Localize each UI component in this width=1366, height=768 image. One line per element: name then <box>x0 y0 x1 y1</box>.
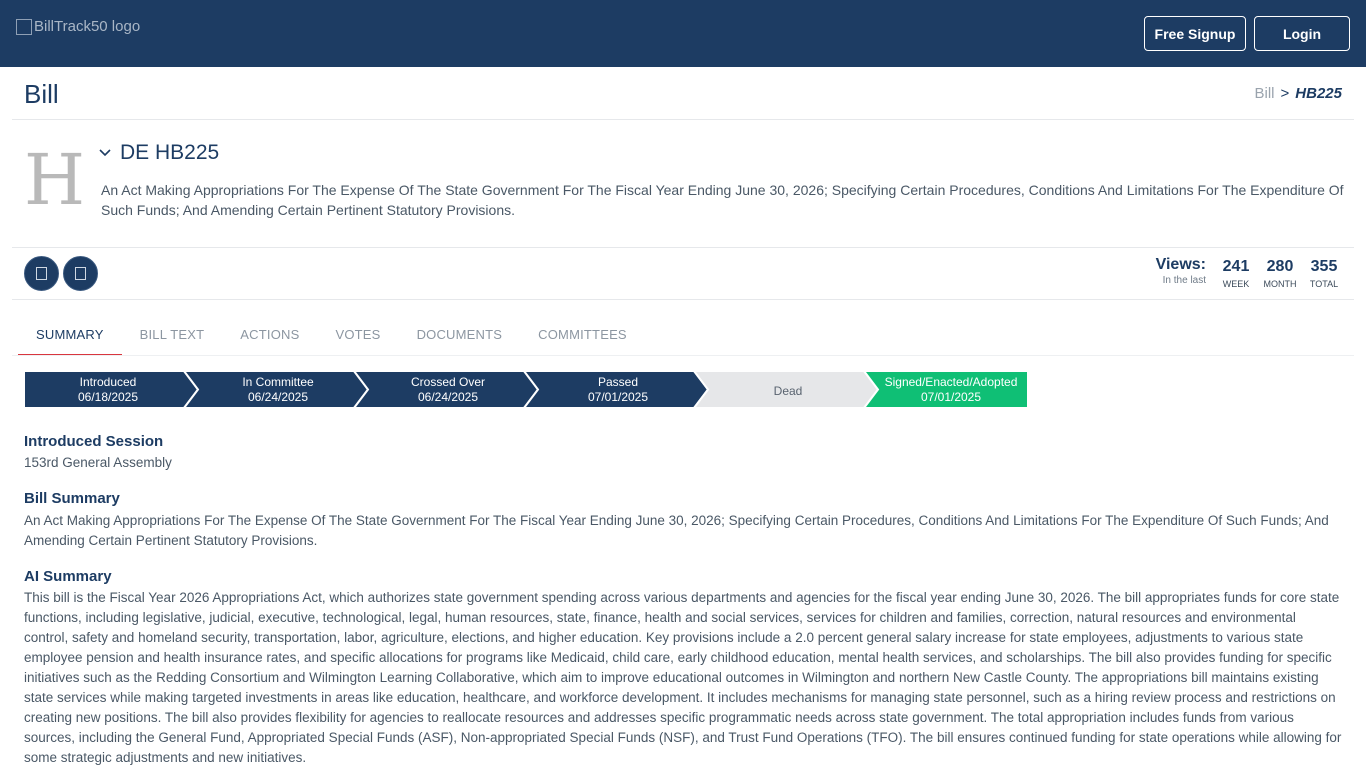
bill-summary-heading: Bill Summary <box>24 490 120 507</box>
views-total: 355 TOTAL <box>1302 256 1346 290</box>
progress-step: Signed/Enacted/Adopted07/01/2025 <box>862 371 1029 408</box>
login-button[interactable]: Login <box>1254 16 1350 51</box>
views-week: 241 WEEK <box>1214 256 1258 290</box>
progress-step-date: 06/18/2025 <box>78 390 138 404</box>
views-total-label: TOTAL <box>1309 279 1339 289</box>
views-panel: Views: In the last 241 WEEK 280 MONTH 35… <box>1156 256 1346 290</box>
breadcrumb-separator: > <box>1280 85 1290 102</box>
views-total-value: 355 <box>1310 258 1338 275</box>
progress-step-date: 06/24/2025 <box>418 390 478 404</box>
progress-step-label: In Committee <box>242 375 314 389</box>
tab-summary[interactable]: SUMMARY <box>18 316 122 356</box>
introduced-session-heading: Introduced Session <box>24 433 164 450</box>
breadcrumb-bill-link[interactable]: Bill <box>1255 85 1275 102</box>
free-signup-button[interactable]: Free Signup <box>1144 16 1246 51</box>
top-navbar: BillTrack50 logo Free Signup Login <box>0 0 1366 67</box>
breadcrumb: Bill > HB225 <box>1255 85 1342 102</box>
share-bill-button[interactable] <box>63 256 98 291</box>
progress-step: Dead <box>692 371 880 408</box>
views-subtitle: In the last <box>1162 275 1206 286</box>
progress-step: Introduced06/18/2025 <box>24 371 200 408</box>
bill-progress-tracker: Introduced06/18/2025In Committee06/24/20… <box>24 371 1029 408</box>
divider <box>12 299 1354 300</box>
ai-summary-text: This bill is the Fiscal Year 2026 Approp… <box>24 590 1342 765</box>
views-title: Views: <box>1155 256 1206 273</box>
views-label: Views: In the last <box>1156 256 1206 288</box>
missing-glyph-icon <box>36 267 47 280</box>
progress-step-label: Dead <box>774 384 803 398</box>
views-month: 280 MONTH <box>1258 256 1302 290</box>
introduced-session-value: 153rd General Assembly <box>24 455 172 470</box>
progress-step: In Committee06/24/2025 <box>182 371 370 408</box>
breadcrumb-current: HB225 <box>1295 85 1342 102</box>
missing-glyph-icon <box>75 267 86 280</box>
page-title: Bill <box>24 79 59 109</box>
views-month-label: MONTH <box>1263 279 1297 289</box>
tabs-underline <box>12 355 1354 356</box>
divider <box>12 119 1354 120</box>
tab-actions[interactable]: ACTIONS <box>222 316 317 356</box>
tab-documents[interactable]: DOCUMENTS <box>399 316 521 356</box>
bill-summary-text: An Act Making Appropriations For The Exp… <box>24 513 1329 548</box>
progress-step-label: Crossed Over <box>411 375 485 389</box>
track-bill-button[interactable] <box>24 256 59 291</box>
chevron-down-icon[interactable] <box>98 146 112 160</box>
views-week-label: WEEK <box>1222 279 1250 289</box>
ai-summary-heading: AI Summary <box>24 568 112 585</box>
logo-alt-text: BillTrack50 logo <box>34 18 141 35</box>
progress-step-label: Introduced <box>80 375 137 389</box>
progress-step: Passed07/01/2025 <box>522 371 710 408</box>
progress-step-date: 06/24/2025 <box>248 390 308 404</box>
progress-step-date: 07/01/2025 <box>588 390 648 404</box>
tab-bill-text[interactable]: BILL TEXT <box>122 316 223 356</box>
bill-description: An Act Making Appropriations For The Exp… <box>101 182 1344 218</box>
bill-id: DE HB225 <box>120 141 220 164</box>
broken-image-icon <box>16 18 32 35</box>
billtrack50-logo[interactable]: BillTrack50 logo <box>16 18 140 35</box>
bill-id-row[interactable]: DE HB225 <box>98 141 219 165</box>
progress-step-label: Passed <box>598 375 638 389</box>
progress-step-label: Signed/Enacted/Adopted <box>885 375 1018 389</box>
divider <box>12 247 1354 248</box>
views-week-value: 241 <box>1222 258 1250 275</box>
bill-tabs: SUMMARY BILL TEXT ACTIONS VOTES DOCUMENT… <box>18 316 645 356</box>
progress-step: Crossed Over06/24/2025 <box>352 371 540 408</box>
progress-step-date: 07/01/2025 <box>921 390 981 404</box>
chamber-letter: H <box>24 139 86 221</box>
tab-committees[interactable]: COMMITTEES <box>520 316 645 356</box>
views-month-value: 280 <box>1266 258 1294 275</box>
tab-votes[interactable]: VOTES <box>317 316 398 356</box>
